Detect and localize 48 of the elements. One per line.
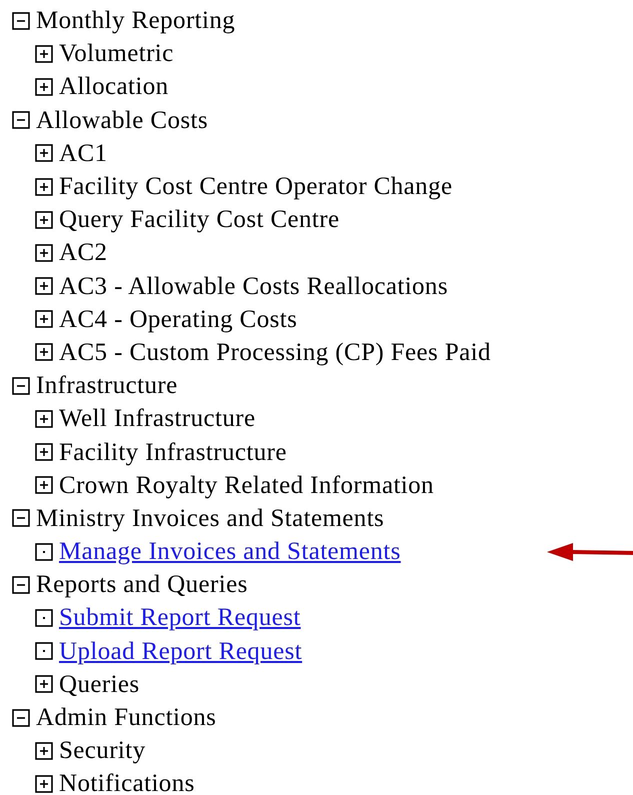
tree-node-label[interactable]: AC1 [59,140,108,166]
tree-node-label[interactable]: Query Facility Cost Centre [59,207,340,232]
tree-node-label[interactable]: Reports and Queries [36,572,248,598]
expand-icon[interactable] [35,277,53,296]
expand-icon[interactable] [35,675,53,694]
collapse-icon[interactable] [12,376,30,395]
tree-node-label[interactable]: Notifications [59,771,195,795]
tree-node-label[interactable]: Monthly Reporting [36,8,236,34]
expand-icon[interactable] [35,310,53,328]
expand-icon[interactable] [35,144,53,162]
collapse-icon[interactable] [12,111,30,130]
tree-link[interactable]: Manage Invoices and Statements [59,539,401,564]
collapse-icon[interactable] [12,576,30,594]
tree-node-label[interactable]: Security [59,738,146,764]
leaf-icon [35,608,53,627]
tree-node-label[interactable]: Allocation [59,74,169,100]
tree-node-label[interactable]: Well Infrastructure [59,406,256,432]
tree-node-label[interactable]: Volumetric [59,41,174,66]
tree-node-label[interactable]: Crown Royalty Related Information [59,472,434,498]
tree-link[interactable]: Submit Report Request [59,605,301,630]
tree-node-label[interactable]: Queries [59,672,140,697]
expand-icon[interactable] [35,476,53,494]
expand-icon[interactable] [35,244,53,262]
collapse-icon[interactable] [12,509,30,528]
expand-icon[interactable] [35,742,53,760]
expand-icon[interactable] [35,343,53,362]
expand-icon[interactable] [35,78,53,96]
tree-node-label[interactable]: Facility Infrastructure [59,440,287,465]
tree-node-label[interactable]: AC2 [59,240,108,266]
leaf-icon [35,642,53,660]
tree-node-label[interactable]: Infrastructure [36,373,178,398]
expand-icon[interactable] [35,774,53,793]
tree-link[interactable]: Upload Report Request [59,638,302,664]
tree-node-label[interactable]: AC4 - Operating Costs [59,306,298,332]
expand-icon[interactable] [35,210,53,229]
tree-node-label[interactable]: Facility Cost Centre Operator Change [59,174,452,200]
tree-node-label[interactable]: AC3 - Allowable Costs Reallocations [59,274,448,299]
expand-icon[interactable] [35,410,53,428]
tree-node-label[interactable]: Admin Functions [36,705,216,730]
tree-node-label[interactable]: AC5 - Custom Processing (CP) Fees Paid [59,340,491,365]
tree-node-label[interactable]: Allowable Costs [36,108,208,133]
collapse-icon[interactable] [12,12,30,30]
expand-icon[interactable] [35,443,53,462]
tree-node-label[interactable]: Ministry Invoices and Statements [36,506,384,531]
leaf-icon [35,542,53,561]
expand-icon[interactable] [35,178,53,196]
expand-icon[interactable] [35,44,53,63]
collapse-icon[interactable] [12,708,30,727]
